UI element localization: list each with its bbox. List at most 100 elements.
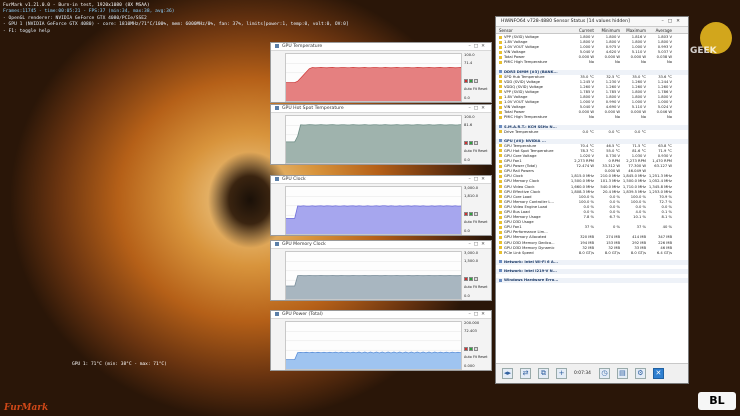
sensor-label: GPU Video Engine Load bbox=[504, 204, 548, 209]
color-button[interactable] bbox=[474, 141, 478, 145]
color-button[interactable] bbox=[474, 212, 478, 216]
sensor-label: VIN Voltage bbox=[504, 105, 526, 110]
sensor-row[interactable]: PMIC High Temperature No No No No bbox=[496, 115, 688, 120]
col-current[interactable]: Current bbox=[570, 27, 596, 33]
sensor-label: GPU Core Load bbox=[504, 194, 532, 199]
graph-window[interactable]: GPU Memory Clock –□✕ 3,000.0 1,500.0 Auto Fi… bbox=[270, 240, 492, 301]
sensor-icon bbox=[499, 179, 502, 183]
window-controls[interactable]: –□✕ bbox=[469, 311, 489, 319]
color-button[interactable] bbox=[464, 347, 468, 351]
graph-max: 200.000 bbox=[464, 321, 480, 325]
sensor-label: DDR5 DIMM [#3] (BANK... bbox=[504, 69, 558, 74]
color-button[interactable] bbox=[464, 212, 468, 216]
sensor-icon bbox=[499, 159, 502, 163]
graph-title: GPU Power (Total) bbox=[282, 312, 323, 317]
sensor-name: PCIe Link Speed bbox=[496, 251, 570, 256]
settings-icon[interactable]: ⚙ bbox=[634, 368, 646, 379]
color-button[interactable] bbox=[469, 141, 473, 145]
color-button[interactable] bbox=[469, 347, 473, 351]
auto-fit-reset[interactable]: Auto Fit Reset bbox=[464, 87, 487, 92]
graph-titlebar[interactable]: GPU Hot Spot Temperature –□✕ bbox=[271, 105, 491, 113]
sensor-row[interactable]: PCIe Link Speed 8.0 GT/s 8.0 GT/s 8.0 GT/s 6… bbox=[496, 251, 688, 256]
graph-icon bbox=[275, 176, 279, 181]
col-sensor[interactable]: Sensor bbox=[496, 27, 570, 33]
color-button[interactable] bbox=[469, 79, 473, 83]
auto-fit-reset[interactable]: Auto Fit Reset bbox=[464, 285, 487, 290]
color-button[interactable] bbox=[464, 79, 468, 83]
graph-min: 0.0 bbox=[464, 294, 470, 298]
graph-titlebar[interactable]: GPU Clock –□✕ bbox=[271, 176, 491, 184]
graph-current: 72.403 bbox=[464, 329, 477, 333]
graph-plot bbox=[285, 251, 462, 300]
graph-buttons[interactable] bbox=[464, 141, 479, 147]
color-button[interactable] bbox=[464, 141, 468, 145]
graph-buttons[interactable] bbox=[464, 347, 479, 353]
sensor-label: GPU Performance Lim... bbox=[504, 230, 548, 235]
graph-area bbox=[286, 275, 461, 299]
sensor-row[interactable]: Drive Temperature 0.0 °C 0.0 °C 0.0 °C bbox=[496, 130, 688, 135]
window-controls[interactable]: –□✕ bbox=[662, 17, 685, 27]
close-icon[interactable]: ✕ bbox=[652, 368, 664, 379]
network-icon[interactable]: ⧉ bbox=[538, 368, 549, 379]
sensor-label: GPU Effective Clock bbox=[504, 189, 541, 194]
graph-area bbox=[286, 67, 461, 101]
sensor-group-header[interactable]: Windows Hardware Erro... bbox=[496, 278, 688, 284]
graph-title: GPU Memory Clock bbox=[282, 242, 326, 247]
auto-fit-reset[interactable]: Auto Fit Reset bbox=[464, 149, 487, 154]
sensor-label: GPU Core Voltage bbox=[504, 153, 537, 158]
color-button[interactable] bbox=[469, 277, 473, 281]
graph-window[interactable]: GPU Power (Total) –□✕ 200.000 72.403 Auto Fi… bbox=[270, 310, 492, 371]
nav-arrows-icon[interactable]: ◂▸ bbox=[502, 368, 513, 379]
graph-window[interactable]: GPU Temperature –□✕ 100.0 71.4 Auto Fit Rese… bbox=[270, 42, 492, 103]
graph-plot bbox=[285, 115, 462, 164]
graph-titlebar[interactable]: GPU Memory Clock –□✕ bbox=[271, 241, 491, 249]
graph-svg bbox=[286, 63, 461, 101]
col-average[interactable]: Average bbox=[648, 27, 674, 33]
value-average: No bbox=[666, 115, 672, 120]
sensor-list[interactable]: VPP (SVID) Voltage 1.800 V 1.800 V 1.816 V1… bbox=[496, 35, 688, 363]
report-icon[interactable]: ▤ bbox=[616, 368, 628, 379]
value-average bbox=[648, 130, 674, 135]
graph-buttons[interactable] bbox=[464, 212, 479, 218]
window-controls[interactable]: –□✕ bbox=[469, 105, 489, 113]
color-button[interactable] bbox=[464, 277, 468, 281]
sensor-label: Total Power bbox=[504, 55, 525, 60]
graph-plot bbox=[285, 53, 462, 102]
sensor-icon bbox=[499, 149, 502, 153]
skip-icon[interactable]: ⇄ bbox=[520, 368, 531, 379]
graph-buttons[interactable] bbox=[464, 79, 479, 85]
color-button[interactable] bbox=[474, 79, 478, 83]
sensor-label: GPU [#0]: NVIDIA ... bbox=[504, 138, 546, 143]
graph-titlebar[interactable]: GPU Temperature –□✕ bbox=[271, 43, 491, 51]
sensor-icon bbox=[499, 139, 502, 143]
graph-buttons[interactable] bbox=[464, 277, 479, 283]
graph-titlebar[interactable]: GPU Power (Total) –□✕ bbox=[271, 311, 491, 319]
sensor-row[interactable]: PMIC High Temperature No No No No bbox=[496, 60, 688, 65]
window-controls[interactable]: –□✕ bbox=[469, 241, 489, 249]
col-maximum[interactable]: Maximum bbox=[622, 27, 648, 33]
sensor-label: PMIC High Temperature bbox=[504, 60, 548, 65]
value-current: No bbox=[588, 115, 594, 120]
graph-max: 3,000.0 bbox=[464, 251, 479, 255]
auto-fit-reset[interactable]: Auto Fit Reset bbox=[464, 220, 487, 225]
col-minimum[interactable]: Minimum bbox=[596, 27, 622, 33]
add-icon[interactable]: + bbox=[556, 368, 567, 379]
color-button[interactable] bbox=[469, 212, 473, 216]
color-button[interactable] bbox=[474, 347, 478, 351]
graph-icon bbox=[275, 241, 279, 246]
graph-window[interactable]: GPU Clock –□✕ 3,000.0 1,810.0 Auto Fit Reset… bbox=[270, 175, 492, 236]
clock-icon[interactable]: ◷ bbox=[598, 368, 610, 379]
window-controls[interactable]: –□✕ bbox=[469, 43, 489, 51]
value-minimum: No bbox=[614, 60, 620, 65]
sensor-label: VIN Voltage bbox=[504, 50, 526, 55]
hwinfo-titlebar[interactable]: HWiNFO64 v728-4880 Sensor Status [14 val… bbox=[496, 17, 688, 27]
sensor-label: GPU D3D Memory Dynamic bbox=[504, 245, 555, 250]
graph-window[interactable]: GPU Hot Spot Temperature –□✕ 100.0 81.6 Auto… bbox=[270, 104, 492, 165]
sensor-label: Drive Temperature bbox=[504, 129, 539, 134]
auto-fit-reset[interactable]: Auto Fit Reset bbox=[464, 355, 487, 360]
color-button[interactable] bbox=[474, 277, 478, 281]
window-controls[interactable]: –□✕ bbox=[469, 176, 489, 184]
value-minimum: 8.0 GT/s bbox=[604, 250, 620, 255]
sensor-label: PMIC High Temperature bbox=[504, 115, 548, 120]
sensor-icon bbox=[499, 105, 502, 109]
